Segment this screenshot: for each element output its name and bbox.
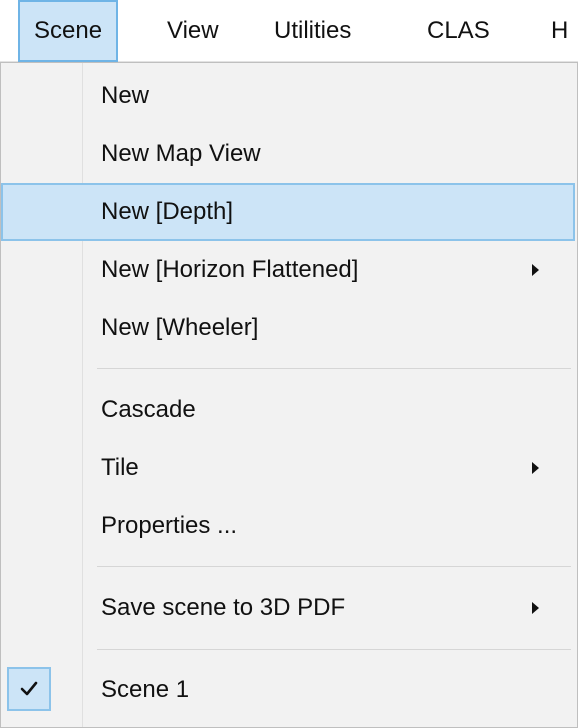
menu-help-partial[interactable]: H — [551, 0, 568, 62]
menu-item-label: New Map View — [101, 140, 261, 167]
menu-item-new-depth[interactable]: New [Depth] — [1, 183, 575, 241]
menu-item-cascade[interactable]: Cascade — [1, 381, 575, 439]
menu-separator — [97, 368, 571, 369]
checkmark-icon — [7, 667, 51, 711]
menu-item-new-map-view[interactable]: New Map View — [1, 125, 575, 183]
menu-item-label: Properties ... — [101, 512, 238, 539]
menu-utilities[interactable]: Utilities — [274, 0, 351, 62]
menu-item-label: Save scene to 3D PDF — [101, 594, 346, 621]
menu-item-save-scene-3d-pdf[interactable]: Save scene to 3D PDF — [1, 579, 575, 637]
menu-item-label: Cascade — [101, 396, 196, 423]
menu-item-label: New [Wheeler] — [101, 314, 259, 341]
menu-view[interactable]: View — [167, 0, 219, 62]
menu-item-label: Scene 1 — [101, 676, 190, 703]
menu-separator — [97, 649, 571, 650]
menu-item-new-horizon-flattened[interactable]: New [Horizon Flattened] — [1, 241, 575, 299]
app-frame: Scene View Utilities CLAS H New New Map … — [0, 0, 578, 728]
menu-clas[interactable]: CLAS — [427, 0, 490, 62]
submenu-arrow-icon — [532, 602, 539, 614]
menu-item-label: New [Horizon Flattened] — [101, 256, 359, 283]
menu-scene[interactable]: Scene — [18, 0, 119, 62]
menu-item-new-wheeler[interactable]: New [Wheeler] — [1, 299, 575, 357]
menu-item-scene-1[interactable]: Scene 1 — [1, 661, 575, 719]
submenu-arrow-icon — [532, 462, 539, 474]
menu-item-label: New — [101, 82, 150, 109]
menu-item-label: New [Depth] — [101, 198, 234, 225]
menu-separator — [97, 566, 571, 567]
submenu-arrow-icon — [532, 264, 539, 276]
menu-item-label: Tile — [101, 454, 139, 481]
scene-dropdown-menu: New New Map View New [Depth] New [Horizo… — [0, 62, 578, 728]
menu-bar: Scene View Utilities CLAS H — [0, 0, 578, 62]
menu-item-new[interactable]: New — [1, 67, 575, 125]
menu-item-tile[interactable]: Tile — [1, 439, 575, 497]
menu-item-properties[interactable]: Properties ... — [1, 497, 575, 555]
